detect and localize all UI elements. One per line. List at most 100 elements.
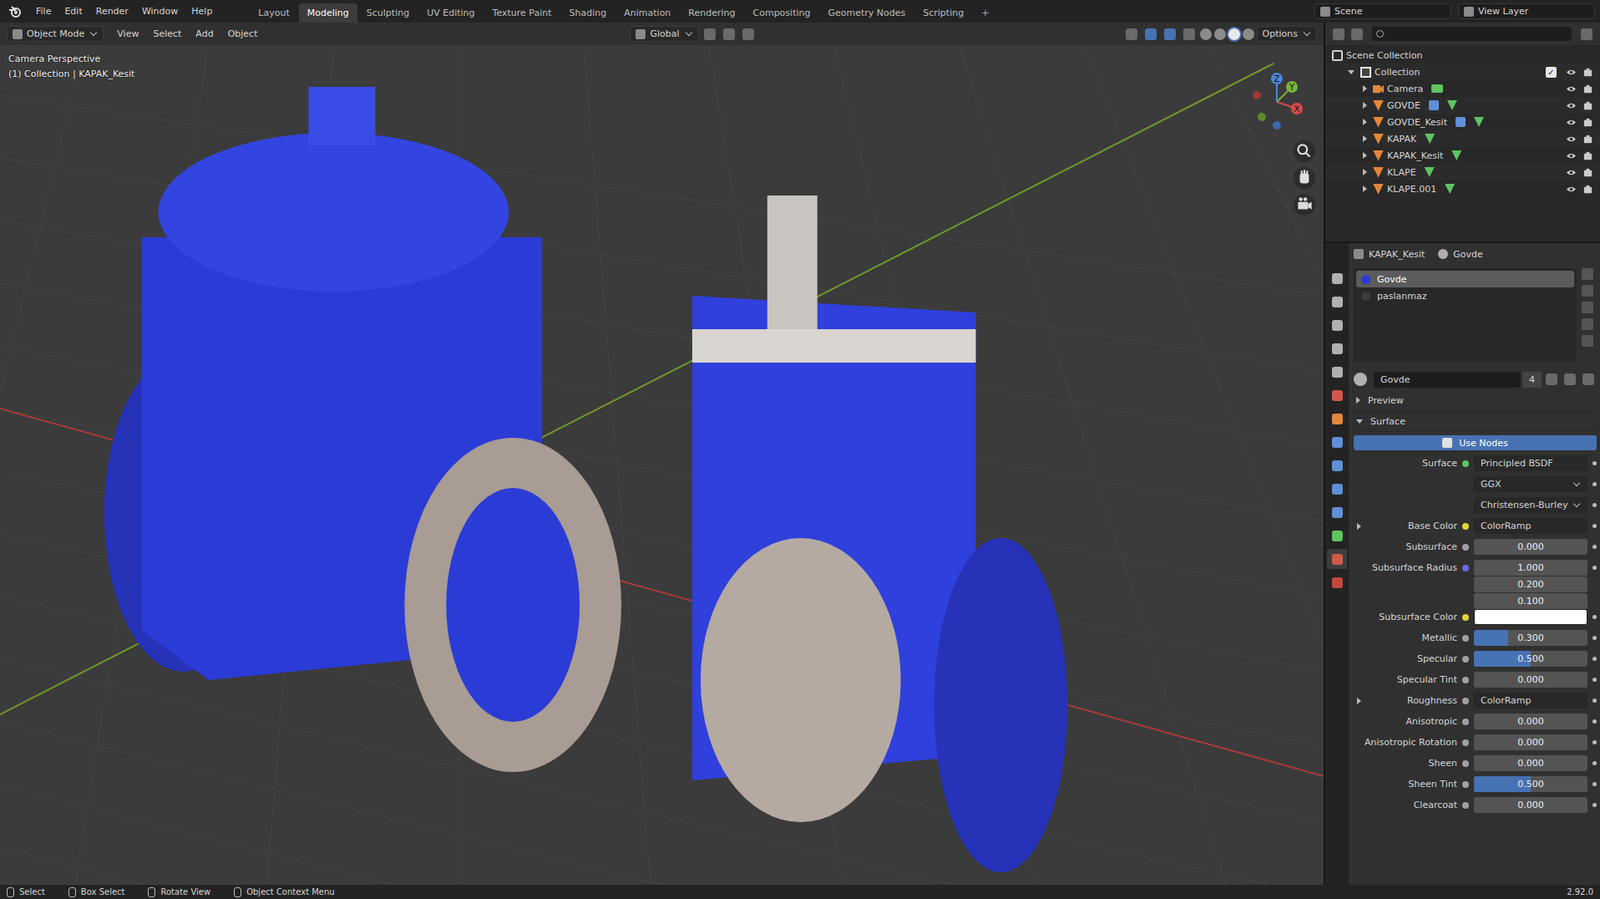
workspace-tab[interactable]: Sculpting — [358, 3, 418, 23]
object-data-icon[interactable] — [1424, 167, 1435, 178]
link-field[interactable]: ColorRamp — [1473, 692, 1588, 709]
workspace-tab[interactable]: Scripting — [914, 3, 973, 23]
properties-tab[interactable] — [1326, 314, 1347, 335]
modifier-icon[interactable] — [1428, 100, 1439, 111]
render-camera-icon[interactable] — [1582, 100, 1594, 112]
eye-icon[interactable] — [1565, 100, 1577, 112]
disclosure-icon[interactable] — [1362, 85, 1368, 92]
xray-icon[interactable] — [1183, 28, 1195, 41]
slot-menu-icon[interactable] — [1581, 301, 1594, 314]
menu-item[interactable]: File — [30, 3, 57, 20]
number-field[interactable]: 0.100 — [1473, 592, 1588, 609]
disclosure-icon[interactable] — [1362, 101, 1368, 109]
properties-tab[interactable] — [1326, 338, 1347, 359]
keyframe-icon[interactable] — [1592, 698, 1597, 703]
workspace-tab[interactable]: UV Editing — [418, 3, 483, 23]
disclosure-icon[interactable] — [1362, 168, 1368, 176]
move-down-icon[interactable] — [1581, 334, 1594, 347]
outliner-item[interactable]: GOVDE_Kesit — [1325, 113, 1600, 131]
workspace-tab[interactable]: Modeling — [298, 3, 358, 23]
eye-icon[interactable] — [1565, 167, 1577, 178]
socket-icon[interactable] — [1462, 543, 1469, 551]
scene-selector[interactable]: Scene — [1314, 3, 1452, 20]
display-mode-icon[interactable] — [1351, 28, 1363, 41]
color-swatch[interactable] — [1473, 608, 1588, 625]
socket-icon[interactable] — [1462, 634, 1469, 642]
properties-tab[interactable] — [1326, 572, 1347, 593]
outliner-item[interactable]: GOVDE — [1325, 96, 1600, 114]
properties-tab[interactable] — [1326, 525, 1347, 546]
properties-tab[interactable] — [1326, 291, 1347, 312]
keyframe-icon[interactable] — [1592, 635, 1597, 640]
duplicate-icon[interactable] — [1564, 373, 1576, 385]
socket-icon[interactable] — [1462, 613, 1469, 621]
keyframe-icon[interactable] — [1592, 739, 1597, 745]
editor-type-icon[interactable] — [1332, 28, 1345, 41]
eye-icon[interactable] — [1565, 150, 1577, 162]
workspace-tab[interactable]: Geometry Nodes — [819, 3, 914, 23]
overlay-toggle-icon[interactable] — [1164, 28, 1176, 41]
properties-tab[interactable] — [1326, 361, 1347, 382]
proportional-icon[interactable] — [742, 28, 755, 41]
properties-tab[interactable] — [1326, 431, 1347, 452]
number-field[interactable]: 0.000 — [1473, 796, 1588, 813]
keyframe-icon[interactable] — [1592, 677, 1597, 682]
menu-item[interactable]: Help — [185, 3, 218, 20]
panel-header[interactable]: Surface — [1353, 410, 1597, 432]
solid-shading-icon[interactable] — [1214, 28, 1226, 41]
keyframe-icon[interactable] — [1592, 523, 1597, 528]
menu-item[interactable]: Render — [90, 3, 135, 20]
workspace-tab[interactable]: Layout — [249, 3, 298, 23]
socket-icon[interactable] — [1462, 676, 1469, 684]
remove-slot-icon[interactable] — [1581, 284, 1594, 297]
pivot-icon[interactable] — [703, 28, 716, 41]
outliner-item[interactable]: KLAPE — [1325, 163, 1600, 181]
view-layer-selector[interactable]: View Layer — [1458, 3, 1595, 20]
keyframe-icon[interactable] — [1592, 656, 1597, 661]
workspace-tab[interactable]: Rendering — [679, 3, 744, 23]
add-slot-icon[interactable] — [1581, 268, 1594, 280]
socket-icon[interactable] — [1462, 718, 1469, 725]
eye-icon[interactable] — [1565, 133, 1577, 145]
keyframe-icon[interactable] — [1592, 614, 1597, 619]
properties-tab[interactable] — [1326, 501, 1347, 522]
socket-icon[interactable] — [1462, 564, 1469, 572]
number-field[interactable]: 0.500 — [1473, 775, 1588, 792]
zoom-icon[interactable] — [1293, 140, 1316, 163]
socket-icon[interactable] — [1462, 739, 1469, 746]
panel-header[interactable]: Preview — [1353, 389, 1597, 411]
keyframe-icon[interactable] — [1592, 460, 1597, 466]
outliner-item[interactable]: KAPAK_Kesit — [1325, 146, 1600, 164]
move-up-icon[interactable] — [1581, 318, 1594, 330]
workspace-tab[interactable]: Texture Paint — [484, 3, 561, 23]
material-shading-icon[interactable] — [1228, 28, 1241, 41]
material-name-field[interactable]: Govde — [1373, 371, 1521, 388]
keyframe-icon[interactable] — [1592, 502, 1597, 507]
viewport-menu[interactable]: Select — [146, 25, 188, 42]
eye-icon[interactable] — [1565, 116, 1577, 128]
blender-logo-icon[interactable] — [8, 5, 22, 19]
link-field[interactable]: Principled BSDF — [1473, 455, 1588, 471]
expand-icon[interactable] — [1356, 522, 1362, 530]
render-camera-icon[interactable] — [1582, 83, 1594, 95]
number-field[interactable]: 0.200 — [1473, 576, 1588, 593]
browse-material-icon[interactable] — [1353, 372, 1368, 386]
snap-icon[interactable] — [723, 28, 735, 41]
properties-tab[interactable] — [1326, 455, 1347, 476]
workspace-tab[interactable]: Compositing — [744, 3, 820, 23]
properties-tab[interactable] — [1326, 478, 1347, 499]
number-field[interactable]: 0.500 — [1473, 650, 1588, 667]
wireframe-shading-icon[interactable] — [1200, 28, 1212, 41]
socket-icon[interactable] — [1462, 697, 1469, 704]
outliner-item[interactable]: KLAPE.001 — [1325, 180, 1600, 198]
properties-tab[interactable] — [1326, 408, 1347, 429]
object-data-icon[interactable] — [1424, 133, 1435, 144]
disclosure-icon[interactable] — [1362, 151, 1368, 159]
modifier-icon[interactable] — [1455, 116, 1466, 127]
object-data-icon[interactable] — [1451, 150, 1462, 161]
object-data-icon[interactable] — [1444, 183, 1455, 194]
number-field[interactable]: 0.000 — [1473, 538, 1588, 555]
axis-gizmo[interactable]: XYZ — [1243, 68, 1311, 136]
render-camera-icon[interactable] — [1582, 150, 1594, 162]
keyframe-icon[interactable] — [1592, 544, 1597, 549]
